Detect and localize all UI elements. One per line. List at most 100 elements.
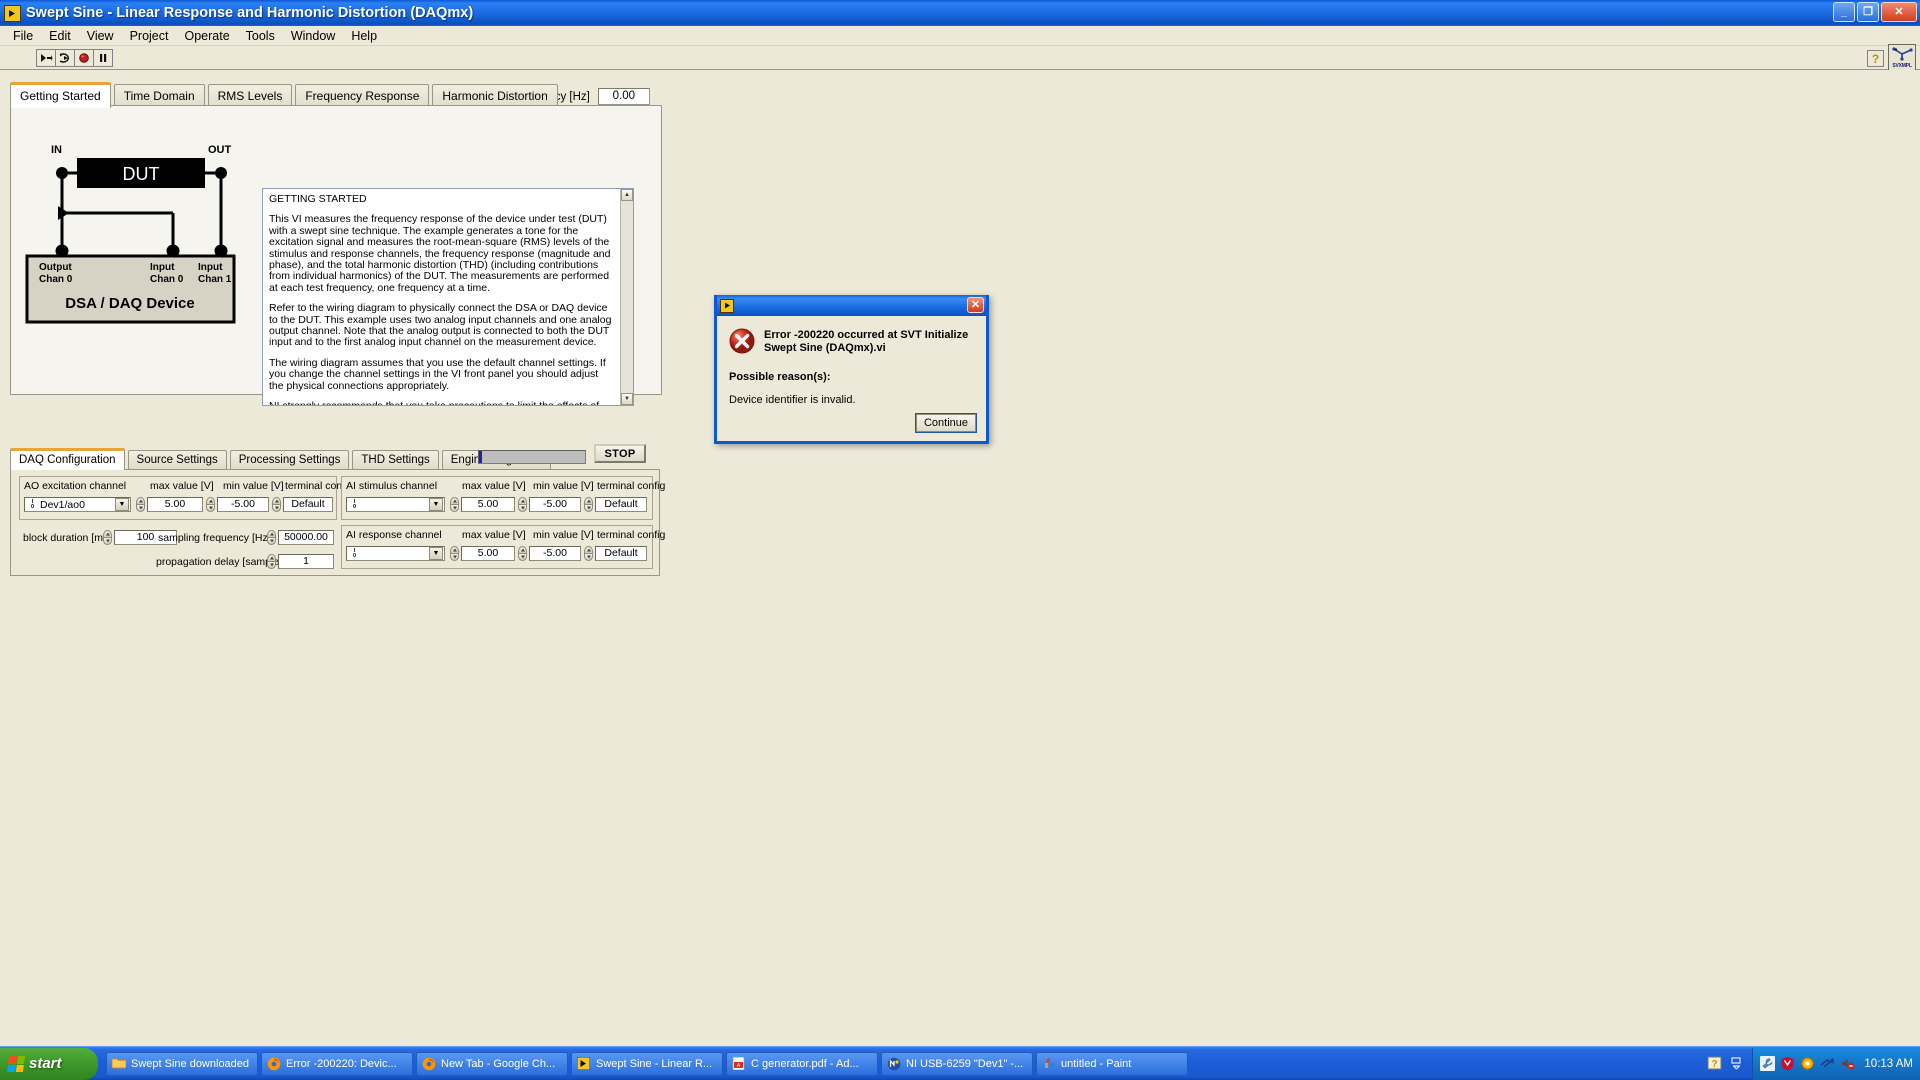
ai-response-terminal-config-field[interactable]: Default xyxy=(595,546,647,561)
menu-item-file[interactable]: File xyxy=(5,27,41,45)
ai-stimulus-max-label: max value [V] xyxy=(462,480,526,492)
window-title: Swept Sine - Linear Response and Harmoni… xyxy=(26,5,474,21)
context-help-icon[interactable]: ? xyxy=(1867,50,1884,67)
propagation-delay-field[interactable]: 1 xyxy=(278,554,334,569)
ai-response-max-spinner[interactable] xyxy=(450,546,459,561)
menu-item-help[interactable]: Help xyxy=(343,27,385,45)
ni-icon[interactable] xyxy=(1820,1056,1835,1071)
ao-excitation-channel-combobox[interactable]: I0 Dev1/ao0 ▼ xyxy=(24,497,131,512)
start-button[interactable]: start xyxy=(0,1047,98,1080)
sampling-frequency-spinner[interactable] xyxy=(267,530,276,545)
scrollbar-track[interactable] xyxy=(621,201,633,393)
task-button-untitled-paint[interactable]: untitled - Paint xyxy=(1036,1051,1188,1076)
minimize-button[interactable]: _ xyxy=(1833,2,1855,22)
acrobat-icon: A xyxy=(732,1056,746,1071)
task-button-swept-sine-downloaded[interactable]: Swept Sine downloaded xyxy=(106,1051,258,1076)
sampling-frequency-field[interactable]: 50000.00 xyxy=(278,530,334,545)
getting-started-textbox[interactable]: GETTING STARTED This VI measures the fre… xyxy=(262,188,634,406)
menu-bar: File Edit View Project Operate Tools Win… xyxy=(0,26,1920,46)
getting-started-scrollbar[interactable]: ▲ ▼ xyxy=(620,189,633,405)
ai-response-max-value-field[interactable]: 5.00 xyxy=(461,546,515,561)
menu-item-tools[interactable]: Tools xyxy=(238,27,283,45)
scroll-down-arrow-icon[interactable]: ▼ xyxy=(621,393,633,405)
propagation-delay-spinner[interactable] xyxy=(267,554,276,569)
task-button-label: C generator.pdf - Ad... xyxy=(751,1057,859,1070)
ai-stimulus-terminal-config-field[interactable]: Default xyxy=(595,497,647,512)
error-dialog-titlebar[interactable]: ✕ xyxy=(717,295,986,316)
run-arrow-icon[interactable] xyxy=(36,48,56,67)
ao-terminal-spinner[interactable] xyxy=(272,497,281,512)
task-button-c-generator-pdf[interactable]: A C generator.pdf - Ad... xyxy=(726,1051,878,1076)
error-dialog-close-button[interactable]: ✕ xyxy=(967,297,984,313)
svg-text:DSA / DAQ Device: DSA / DAQ Device xyxy=(65,295,195,312)
vi-toolbar: ? SVXMPL xyxy=(0,44,1920,72)
menu-item-edit[interactable]: Edit xyxy=(41,27,79,45)
maximize-button[interactable]: ❐ xyxy=(1857,2,1879,22)
ai-stimulus-max-value-field[interactable]: 5.00 xyxy=(461,497,515,512)
tab-getting-started[interactable]: Getting Started xyxy=(10,82,111,108)
task-button-new-tab-google-chrome[interactable]: New Tab - Google Ch... xyxy=(416,1051,568,1076)
menu-item-window[interactable]: Window xyxy=(283,27,343,45)
window-titlebar[interactable]: Swept Sine - Linear Response and Harmoni… xyxy=(0,0,1920,26)
ao-min-value-field[interactable]: -5.00 xyxy=(217,497,269,512)
help-icon[interactable]: ? xyxy=(1707,1056,1722,1071)
task-button-label: NI USB-6259 "Dev1" -... xyxy=(906,1057,1024,1070)
wrench-icon[interactable] xyxy=(1760,1056,1776,1071)
config-tab-thd-settings[interactable]: THD Settings xyxy=(352,450,439,470)
ai-response-min-label: min value [V] xyxy=(533,529,594,541)
ai-stimulus-min-label: min value [V] xyxy=(533,480,594,492)
error-message-text: Error -200220 occurred at SVT Initialize… xyxy=(764,329,969,354)
ao-max-spinner[interactable] xyxy=(136,497,145,512)
mcafee-icon[interactable] xyxy=(1780,1056,1795,1071)
error-dialog-body: Error -200220 occurred at SVT Initialize… xyxy=(717,316,986,441)
ai-stimulus-max-spinner[interactable] xyxy=(450,497,459,512)
menu-item-project[interactable]: Project xyxy=(122,27,177,45)
volume-mute-icon[interactable] xyxy=(1840,1056,1855,1071)
block-duration-spinner[interactable] xyxy=(103,530,112,545)
ao-min-spinner[interactable] xyxy=(206,497,215,512)
ai-stimulus-min-value-field[interactable]: -5.00 xyxy=(529,497,581,512)
menu-item-operate[interactable]: Operate xyxy=(176,27,237,45)
ao-max-value-field[interactable]: 5.00 xyxy=(147,497,203,512)
show-desktop-icon[interactable] xyxy=(1729,1056,1744,1071)
io-name-glyph-icon: I0 xyxy=(30,498,35,510)
front-panel-body: current test frequency [Hz] 0.00 Getting… xyxy=(0,70,1920,1046)
svg-text:Chan 1: Chan 1 xyxy=(198,274,232,285)
taskbar-clock[interactable]: 10:13 AM xyxy=(1864,1058,1913,1070)
pause-icon[interactable] xyxy=(93,48,113,67)
task-button-ni-usb-6259[interactable]: NI USB-6259 "Dev1" -... xyxy=(881,1051,1033,1076)
ai-response-channel-combobox[interactable]: I0 ▼ xyxy=(346,546,445,561)
ai-stimulus-min-spinner[interactable] xyxy=(518,497,527,512)
ai-response-min-value-field[interactable]: -5.00 xyxy=(529,546,581,561)
settings-gear-icon[interactable] xyxy=(1800,1056,1815,1071)
block-duration-label: block duration [ms] xyxy=(23,532,112,544)
ai-stimulus-channel-combobox[interactable]: I0 ▼ xyxy=(346,497,445,512)
scroll-up-arrow-icon[interactable]: ▲ xyxy=(621,189,633,201)
chevron-down-icon[interactable]: ▼ xyxy=(115,498,129,511)
abort-execution-icon[interactable] xyxy=(74,48,94,67)
configuration-cluster: DAQ Configuration Source Settings Proces… xyxy=(8,444,665,576)
windows-taskbar: start Swept Sine downloaded Error -20022… xyxy=(0,1046,1920,1080)
ai-stimulus-terminal-spinner[interactable] xyxy=(584,497,593,512)
ao-terminal-config-field[interactable]: Default xyxy=(283,497,333,512)
ai-response-min-spinner[interactable] xyxy=(518,546,527,561)
chevron-down-icon[interactable]: ▼ xyxy=(429,498,443,511)
gs-paragraph-2: Refer to the wiring diagram to physicall… xyxy=(269,302,612,349)
ai-response-terminal-spinner[interactable] xyxy=(584,546,593,561)
ao-channel-label: AO excitation channel xyxy=(24,480,127,492)
menu-item-view[interactable]: View xyxy=(79,27,122,45)
io-name-glyph-icon: I0 xyxy=(352,547,357,559)
config-tab-source-settings[interactable]: Source Settings xyxy=(127,450,227,470)
stop-button[interactable]: STOP xyxy=(594,444,646,463)
run-continuously-icon[interactable] xyxy=(55,48,75,67)
system-tray: 10:13 AM xyxy=(1752,1047,1920,1080)
config-tab-daq-configuration[interactable]: DAQ Configuration xyxy=(10,448,125,470)
config-tab-processing-settings[interactable]: Processing Settings xyxy=(229,450,350,470)
task-button-swept-sine-linear[interactable]: Swept Sine - Linear R... xyxy=(571,1051,723,1076)
ni-max-icon xyxy=(887,1057,901,1071)
task-button-error-200220[interactable]: Error -200220: Devic... xyxy=(261,1051,413,1076)
continue-button[interactable]: Continue xyxy=(915,413,977,433)
close-button[interactable]: ✕ xyxy=(1881,2,1917,22)
ai-response-max-label: max value [V] xyxy=(462,529,526,541)
chevron-down-icon[interactable]: ▼ xyxy=(429,547,443,560)
